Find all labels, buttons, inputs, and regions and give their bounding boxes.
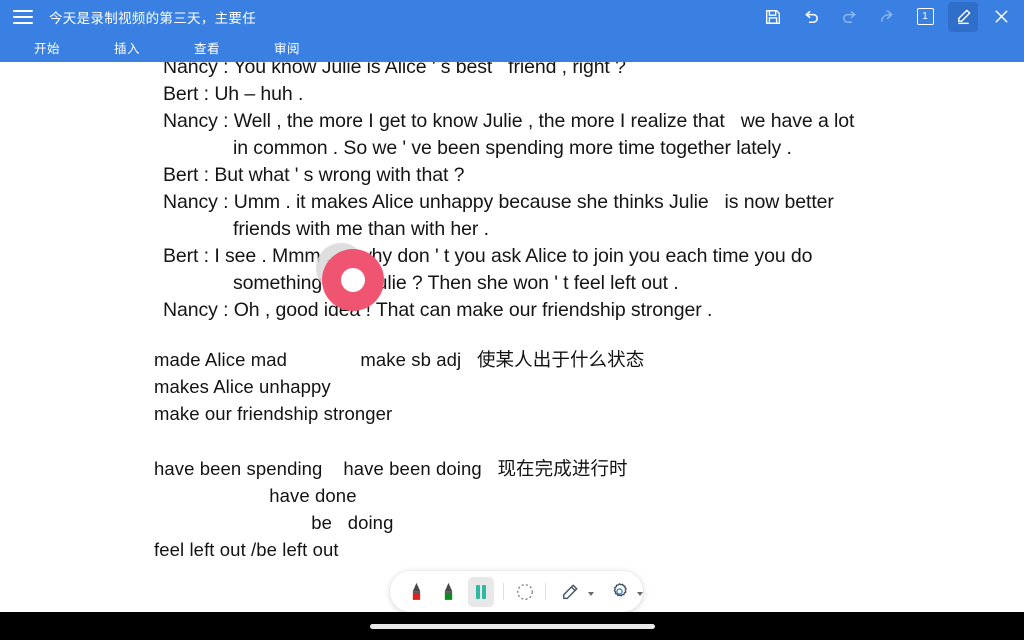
vocabulary-note-line: makes Alice unhappy	[154, 376, 331, 397]
page-number-label: 1	[916, 8, 934, 25]
hamburger-icon[interactable]	[13, 8, 35, 26]
grammar-note-line: have done	[154, 485, 357, 506]
app-header: 今天是录制视频的第三天，主要任 1 开始 插入 查看 审阅	[0, 0, 1024, 62]
toolbar-divider-2	[545, 583, 546, 600]
dialogue-block: Nancy : You know Julie is Alice ' s best…	[0, 54, 1024, 324]
dialogue-line: something with Julie ? Then she won ' t …	[233, 272, 679, 294]
pen-tool-group[interactable]	[554, 577, 594, 607]
home-indicator-pill[interactable]	[369, 623, 655, 629]
dialogue-line: Nancy : Oh , good idea ! That can make o…	[163, 299, 713, 321]
vocabulary-notes-block: made Alice mad make sb adj 使某人出于什么状态 make…	[0, 346, 1024, 427]
dialogue-line: Nancy : Umm . it makes Alice unhappy bec…	[163, 191, 834, 213]
settings-gear-icon[interactable]	[603, 577, 635, 607]
close-icon[interactable]	[986, 2, 1016, 32]
document-title: 今天是录制视频的第三天，主要任	[49, 10, 256, 26]
vocabulary-note-line: make our friendship stronger	[154, 403, 393, 424]
vocabulary-note-line: made Alice mad make sb adj 使某人出于什么状态	[154, 349, 645, 370]
grammar-notes-block: have been spending have been doing 现在完成进…	[0, 455, 1024, 563]
share-icon	[872, 2, 902, 32]
dialogue-line: in common . So we ' ve been spending mor…	[233, 137, 792, 159]
system-navigation-bar	[0, 612, 1024, 640]
dialogue-line: Bert : But what ' s wrong with that ?	[163, 164, 465, 186]
redo-icon	[834, 2, 864, 32]
menu-tab-0[interactable]: 开始	[28, 36, 66, 59]
header-title-row: 今天是录制视频的第三天，主要任 1	[0, 0, 1024, 33]
floating-annotation-toolbar	[390, 571, 643, 612]
green-marker-icon[interactable]	[435, 577, 462, 607]
undo-icon[interactable]	[796, 2, 826, 32]
pen-icon[interactable]	[948, 1, 978, 32]
toolbar-divider-1	[503, 583, 505, 600]
grammar-note-line: be doing	[154, 512, 394, 533]
app-root: Nancy : You know Julie is Alice ' s best…	[0, 0, 1024, 640]
save-icon[interactable]	[758, 2, 788, 32]
header-toolbar: 1	[754, 0, 1020, 33]
grammar-note-line: have been spending have been doing 现在完成进…	[154, 458, 628, 479]
dialogue-line: Bert : Uh – huh .	[163, 83, 304, 105]
menu-tab-1[interactable]: 插入	[108, 36, 146, 59]
settings-group[interactable]	[603, 577, 643, 607]
pause-recording-icon[interactable]	[467, 576, 495, 607]
eraser-icon[interactable]	[511, 577, 538, 607]
dialogue-line: Bert : I see . Mmm . . . why don ' t you…	[163, 245, 813, 267]
header-menu-row: 开始 插入 查看 审阅	[0, 33, 1024, 62]
menu-tab-2[interactable]: 查看	[188, 36, 226, 59]
page-count-badge[interactable]: 1	[910, 2, 940, 32]
menu-tab-3[interactable]: 审阅	[268, 36, 306, 59]
dialogue-line: Nancy : Well , the more I get to know Ju…	[163, 110, 855, 132]
pen-dropdown-caret-icon[interactable]	[588, 591, 594, 596]
pen-tool-icon[interactable]	[554, 577, 586, 607]
grammar-note-line: feel left out /be left out	[154, 539, 339, 560]
document-canvas[interactable]: Nancy : You know Julie is Alice ' s best…	[0, 0, 1024, 612]
dialogue-line: friends with me than with her .	[233, 218, 489, 240]
settings-dropdown-caret-icon[interactable]	[637, 591, 643, 596]
red-marker-icon[interactable]	[403, 577, 430, 607]
